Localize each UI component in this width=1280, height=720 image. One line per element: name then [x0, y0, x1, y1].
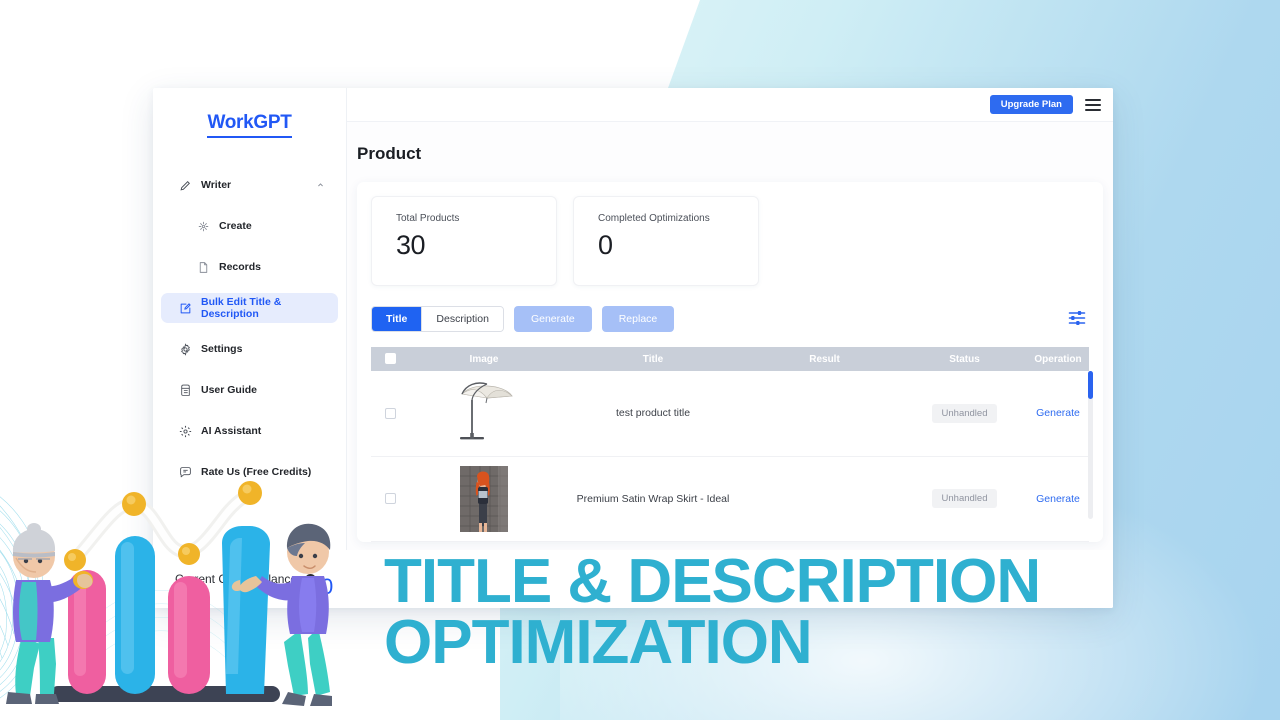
sidebar-item-label: Settings [201, 343, 243, 355]
replace-button[interactable]: Replace [601, 306, 675, 332]
tab-description[interactable]: Description [421, 307, 503, 331]
table-toolbar: Title Description Generate Replace [371, 306, 1089, 332]
gear-icon [179, 342, 192, 356]
main-content: Upgrade Plan Product Total Products 30 C… [347, 88, 1113, 608]
table-scrollbar-track[interactable] [1088, 371, 1093, 519]
sidebar-item-label: Writer [201, 179, 232, 191]
table-scrollbar-thumb[interactable] [1088, 371, 1093, 399]
row-result-cell [747, 456, 902, 541]
graph-node [178, 543, 200, 565]
app-logo[interactable]: WorkGPT [153, 112, 346, 138]
status-badge: Unhandled [931, 489, 998, 508]
sidebar-item-create[interactable]: Create [161, 211, 338, 241]
generate-link[interactable]: Generate [1036, 493, 1080, 505]
row-operation-cell: Generate [1027, 371, 1089, 456]
stats-row: Total Products 30 Completed Optimization… [371, 196, 1089, 286]
topbar: Upgrade Plan [347, 88, 1113, 122]
edit-square-icon [179, 302, 192, 315]
overlay-title-line2: OPTIMIZATION [384, 607, 813, 677]
row-checkbox[interactable] [384, 407, 396, 419]
row-image-cell [409, 456, 559, 541]
stat-label: Completed Optimizations [598, 213, 710, 224]
page-title: Product [357, 144, 422, 163]
row-title-cell: test product title [615, 407, 691, 420]
document-icon [197, 261, 210, 274]
sidebar-item-label: Create [219, 220, 252, 232]
generate-link[interactable]: Generate [1036, 407, 1080, 419]
satin-skirt-model-thumbnail [460, 465, 508, 532]
row-checkbox[interactable] [384, 493, 396, 505]
book-icon [179, 384, 192, 397]
row-status-cell: Unhandled [902, 371, 1027, 456]
table-header-result: Result [747, 347, 902, 371]
content-card: Total Products 30 Completed Optimization… [357, 182, 1103, 578]
sidebar-item-label: Records [219, 261, 262, 273]
upgrade-plan-button[interactable]: Upgrade Plan [989, 94, 1073, 115]
row-status-cell: Unhandled [902, 456, 1027, 541]
graph-node [64, 549, 86, 571]
stat-card-total-products: Total Products 30 [371, 196, 557, 286]
sliders-icon[interactable] [1067, 308, 1087, 328]
sidebar-item-label: Bulk Edit Title & Description [201, 296, 282, 320]
products-table: Image Title Result Status Operation test… [371, 347, 1089, 542]
table-header-image: Image [409, 347, 559, 371]
sidebar-item-records[interactable]: Records [161, 252, 338, 282]
products-table-wrapper: Image Title Result Status Operation test… [371, 347, 1093, 578]
sidebar-item-user-guide[interactable]: User Guide [161, 375, 338, 405]
table-body: test product title Unhandled Generate Pr… [371, 371, 1089, 541]
sidebar-item-writer[interactable]: Writer [161, 170, 338, 200]
graph-node [238, 481, 262, 505]
row-title-cell: Premium Satin Wrap Skirt - Ideal [576, 492, 730, 505]
stat-value: 30 [396, 230, 426, 260]
pen-icon [179, 179, 192, 192]
sidebar-item-bulk-edit[interactable]: Bulk Edit Title & Description [161, 293, 338, 323]
status-badge: Unhandled [931, 403, 998, 423]
table-row[interactable]: Premium Satin Wrap Skirt - Ideal Unhandl… [371, 456, 1089, 541]
chevron-up-icon [318, 183, 323, 187]
patio-umbrella-thumbnail [460, 382, 513, 440]
sparkle-icon [197, 220, 210, 233]
overlay-title-line1: TITLE & DESCRIPTION [384, 547, 1041, 616]
table-header: Image Title Result Status Operation [371, 347, 1089, 371]
overlay-title: TITLE & DESCRIPTION OPTIMIZATION [384, 551, 1280, 677]
stat-card-completed-optimizations: Completed Optimizations 0 [573, 196, 759, 286]
stat-label: Total Products [396, 213, 460, 224]
row-image-cell [409, 371, 559, 456]
select-all-checkbox[interactable] [384, 353, 396, 365]
mode-segmented-control: Title Description [371, 306, 504, 332]
row-result-cell [747, 371, 902, 456]
table-header-select-all [371, 347, 409, 371]
stat-value: 0 [598, 230, 613, 260]
row-operation-cell: Generate [1027, 456, 1089, 541]
table-header-title: Title [559, 347, 747, 371]
table-header-operation: Operation [1027, 347, 1089, 371]
sidebar-item-label: User Guide [201, 384, 258, 396]
credits-illustration [0, 481, 332, 706]
generate-button[interactable]: Generate [513, 306, 592, 332]
table-row[interactable]: test product title Unhandled Generate [371, 371, 1089, 456]
sidebar-item-settings[interactable]: Settings [161, 334, 338, 364]
logo-text: WorkGPT [207, 112, 292, 138]
graph-node [122, 492, 146, 516]
wireframe-mesh-right [91, 590, 233, 659]
hamburger-icon[interactable] [1085, 98, 1101, 111]
tab-title[interactable]: Title [372, 307, 422, 331]
table-header-status: Status [902, 347, 1027, 371]
